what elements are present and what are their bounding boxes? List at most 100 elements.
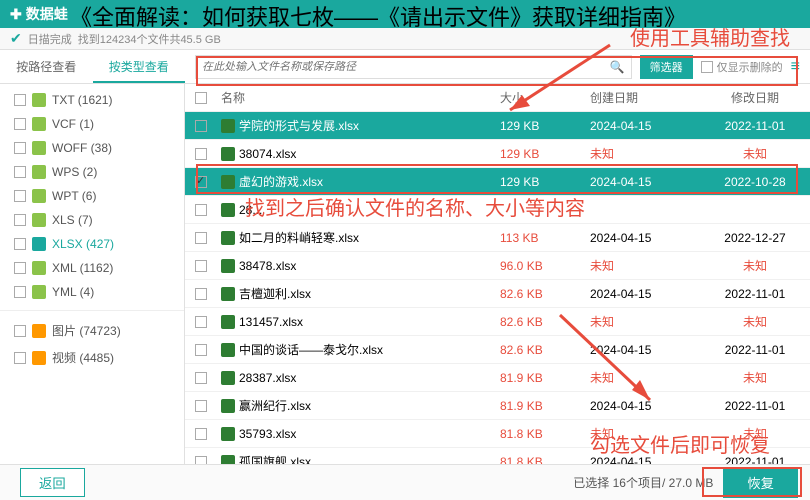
- scan-done-label: 日描完成: [28, 31, 72, 47]
- cell-create: 2024-04-15: [590, 287, 700, 301]
- table-row[interactable]: 如二月的料峭轻寒.xlsx113 KB2024-04-152022-12-27: [185, 224, 810, 252]
- table-row[interactable]: 38074.xlsx129 KB未知未知: [185, 140, 810, 168]
- row-checkbox[interactable]: [195, 204, 207, 216]
- table-row[interactable]: 虚幻的游戏.xlsx129 KB2024-04-152022-10-28: [185, 168, 810, 196]
- cell-create: 未知: [590, 145, 700, 162]
- cell-modify: 未知: [700, 145, 810, 162]
- sidebar-item[interactable]: WPS (2): [0, 160, 184, 184]
- table-row[interactable]: 吉檀迦利.xlsx82.6 KB2024-04-152022-11-01: [185, 280, 810, 308]
- sidebar-item[interactable]: VCF (1): [0, 112, 184, 136]
- row-checkbox[interactable]: [195, 372, 207, 384]
- cell-size: 96.0 KB: [500, 259, 590, 273]
- sidebar-label: 图片 (74723): [52, 322, 121, 339]
- tab-by-path[interactable]: 按路径查看: [0, 50, 93, 83]
- sidebar-label: 视频 (4485): [52, 349, 114, 366]
- xlsx-icon: [221, 427, 235, 441]
- xlsx-icon: [221, 175, 235, 189]
- menu-icon[interactable]: ≡: [791, 58, 800, 76]
- cell-size: 82.6 KB: [500, 343, 590, 357]
- header-name[interactable]: 名称: [217, 89, 500, 106]
- checkbox-icon: [14, 94, 26, 106]
- sidebar-item[interactable]: WOFF (38): [0, 136, 184, 160]
- row-checkbox[interactable]: [195, 316, 207, 328]
- header-size[interactable]: 大小: [500, 89, 590, 106]
- row-checkbox[interactable]: [195, 400, 207, 412]
- folder-icon: [32, 324, 46, 338]
- scan-stat-label: 找到124234个文件共45.5 GB: [78, 31, 221, 47]
- cell-size: 113 KB: [500, 231, 590, 245]
- sidebar-item[interactable]: XLSX (427): [0, 232, 184, 256]
- sidebar-item[interactable]: TXT (1621): [0, 88, 184, 112]
- cell-modify: 2022-11-01: [700, 343, 810, 357]
- table-row[interactable]: 28...: [185, 196, 810, 224]
- table-row[interactable]: 131457.xlsx82.6 KB未知未知: [185, 308, 810, 336]
- sidebar-label: XLS (7): [52, 213, 93, 227]
- table-row[interactable]: 孤国旗舰.xlsx81.8 KB2024-04-152022-11-01: [185, 448, 810, 464]
- table-row[interactable]: 38478.xlsx96.0 KB未知未知: [185, 252, 810, 280]
- folder-icon: [32, 237, 46, 251]
- only-deleted-checkbox[interactable]: 仅显示删除的: [701, 59, 783, 75]
- table-row[interactable]: 28387.xlsx81.9 KB未知未知: [185, 364, 810, 392]
- sidebar-label: TXT (1621): [52, 93, 112, 107]
- cell-name: 孤国旗舰.xlsx: [217, 453, 500, 464]
- cell-create: 2024-04-15: [590, 455, 700, 465]
- row-checkbox[interactable]: [195, 148, 207, 160]
- xlsx-icon: [221, 455, 235, 465]
- checkbox-icon: [701, 61, 713, 73]
- sidebar-label: YML (4): [52, 285, 94, 299]
- filter-button[interactable]: 筛选器: [640, 55, 693, 79]
- folder-icon: [32, 189, 46, 203]
- checkbox-icon: [14, 286, 26, 298]
- cell-name: 虚幻的游戏.xlsx: [217, 173, 500, 190]
- xlsx-icon: [221, 315, 235, 329]
- file-table: 名称 大小 创建日期 修改日期 学院的形式与发展.xlsx129 KB2024-…: [185, 84, 810, 464]
- checkbox-icon: [14, 238, 26, 250]
- table-row[interactable]: 中国的谈话——泰戈尔.xlsx82.6 KB2024-04-152022-11-…: [185, 336, 810, 364]
- row-checkbox[interactable]: [195, 120, 207, 132]
- table-row[interactable]: 35793.xlsx81.8 KB未知未知: [185, 420, 810, 448]
- cell-size: 81.8 KB: [500, 427, 590, 441]
- sidebar: TXT (1621) VCF (1)WOFF (38)WPS (2) WPT (6)…: [0, 84, 185, 464]
- row-checkbox[interactable]: [195, 232, 207, 244]
- sidebar-label: WPT (6): [52, 189, 96, 203]
- row-checkbox[interactable]: [195, 288, 207, 300]
- sidebar-item[interactable]: XML (1162): [0, 256, 184, 280]
- checkbox-icon: [14, 214, 26, 226]
- xlsx-icon: [221, 259, 235, 273]
- row-checkbox[interactable]: [195, 344, 207, 356]
- cell-modify: 2022-11-01: [700, 455, 810, 465]
- cell-name: 35793.xlsx: [217, 427, 500, 441]
- cell-name: 赢洲纪行.xlsx: [217, 397, 500, 414]
- tab-by-type[interactable]: 按类型查看: [93, 50, 186, 83]
- search-icon[interactable]: 🔍: [610, 60, 625, 74]
- sidebar-item[interactable]: 视频 (4485): [0, 344, 184, 371]
- header-create[interactable]: 创建日期: [590, 89, 700, 106]
- back-button[interactable]: 返回: [20, 468, 85, 497]
- sidebar-item[interactable]: WPT (6): [0, 184, 184, 208]
- check-icon: ✔: [10, 30, 22, 47]
- folder-icon: [32, 165, 46, 179]
- row-checkbox[interactable]: [195, 456, 207, 465]
- cell-create: 2024-04-15: [590, 119, 700, 133]
- row-checkbox[interactable]: [195, 260, 207, 272]
- recover-button[interactable]: 恢复: [723, 467, 798, 498]
- sidebar-item[interactable]: YML (4): [0, 280, 184, 304]
- sidebar-item[interactable]: 图片 (74723): [0, 317, 184, 344]
- cell-modify: 2022-11-01: [700, 119, 810, 133]
- table-row[interactable]: 赢洲纪行.xlsx81.9 KB2024-04-152022-11-01: [185, 392, 810, 420]
- cell-create: 未知: [590, 257, 700, 274]
- table-row[interactable]: 学院的形式与发展.xlsx129 KB2024-04-152022-11-01: [185, 112, 810, 140]
- folder-icon: [32, 285, 46, 299]
- search-input[interactable]: [202, 61, 610, 73]
- select-all-checkbox[interactable]: [195, 92, 207, 104]
- cell-create: 2024-04-15: [590, 231, 700, 245]
- cell-modify: 2022-11-01: [700, 287, 810, 301]
- sidebar-item[interactable]: XLS (7): [0, 208, 184, 232]
- folder-icon: [32, 351, 46, 365]
- cell-name: 学院的形式与发展.xlsx: [217, 117, 500, 134]
- row-checkbox[interactable]: [195, 176, 207, 188]
- header-modify[interactable]: 修改日期: [700, 89, 810, 106]
- cell-create: 未知: [590, 425, 700, 442]
- cell-size: 129 KB: [500, 119, 590, 133]
- row-checkbox[interactable]: [195, 428, 207, 440]
